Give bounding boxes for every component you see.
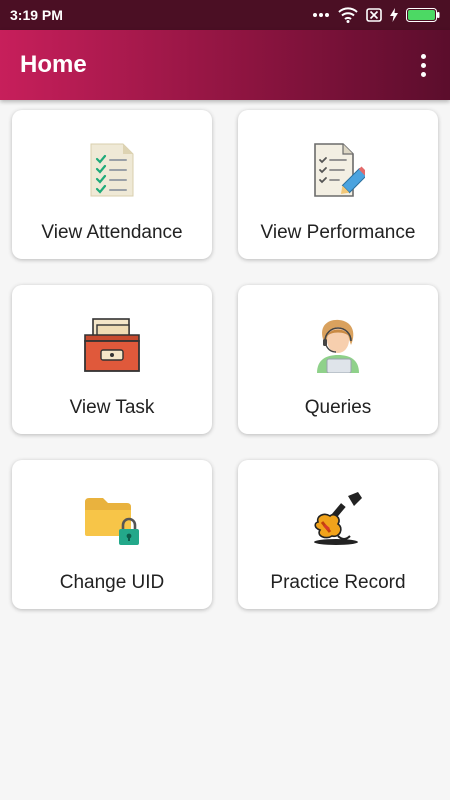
view-attendance-card[interactable]: View Attendance <box>12 110 212 259</box>
charging-icon <box>390 8 398 22</box>
tile-grid: View Attendance View Performance View Ta… <box>12 110 438 609</box>
support-agent-icon <box>306 313 370 377</box>
queries-label: Queries <box>304 397 372 418</box>
battery-icon <box>406 8 440 22</box>
performance-report-icon <box>306 138 370 202</box>
status-icons <box>312 7 440 23</box>
change-uid-label: Change UID <box>59 572 165 593</box>
task-drawer-icon <box>80 313 144 377</box>
view-performance-label: View Performance <box>260 222 416 243</box>
view-task-label: View Task <box>69 397 155 418</box>
status-bar: 3:19 PM <box>0 0 450 30</box>
page-title: Home <box>20 51 87 78</box>
view-task-card[interactable]: View Task <box>12 285 212 434</box>
queries-card[interactable]: Queries <box>238 285 438 434</box>
view-performance-card[interactable]: View Performance <box>238 110 438 259</box>
guitar-icon <box>306 488 370 552</box>
change-uid-card[interactable]: Change UID <box>12 460 212 609</box>
status-time: 3:19 PM <box>10 7 63 23</box>
wifi-icon <box>338 7 358 23</box>
practice-record-label: Practice Record <box>270 572 406 593</box>
attendance-checklist-icon <box>80 138 144 202</box>
practice-record-card[interactable]: Practice Record <box>238 460 438 609</box>
app-bar: Home <box>0 30 450 100</box>
no-sim-icon <box>366 8 382 22</box>
kebab-menu-icon[interactable] <box>417 50 430 81</box>
view-attendance-label: View Attendance <box>41 222 183 243</box>
locked-folder-icon <box>80 488 144 552</box>
dots-icon <box>313 13 329 17</box>
